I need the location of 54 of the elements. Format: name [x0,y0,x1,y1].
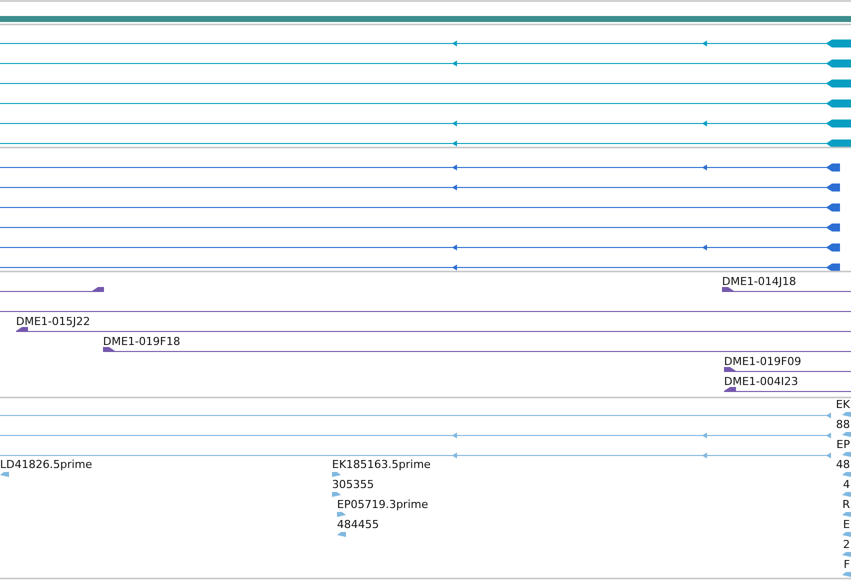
est-feature[interactable] [842,532,851,537]
est-label: 48 [836,458,850,471]
clone-label: DME1-019F09 [724,355,802,368]
clone-feature[interactable] [16,327,851,332]
est-feature[interactable] [337,512,346,517]
est-alignment[interactable] [0,432,831,438]
clone-label: DME1-004I23 [724,375,798,388]
est-feature[interactable] [337,532,346,537]
est-label: 305355 [332,478,374,491]
clone-feature[interactable] [724,367,851,372]
transcript[interactable] [0,164,840,172]
transcript[interactable] [0,140,851,148]
transcript[interactable] [0,204,840,212]
clone-feature[interactable] [724,387,851,392]
est-label: F [844,558,850,571]
est-feature[interactable] [842,552,851,557]
est-feature[interactable] [842,472,851,477]
est-label: 484455 [337,518,379,531]
est-feature[interactable] [842,572,851,577]
transcript[interactable] [0,120,851,128]
est-label: E [843,518,850,531]
est-feature[interactable] [332,492,341,497]
est-feature[interactable] [842,492,851,497]
transcript[interactable] [0,264,840,272]
est-alignment[interactable] [0,412,831,418]
transcript[interactable] [0,40,851,48]
transcript[interactable] [0,80,851,88]
transcript[interactable] [0,224,840,232]
clone-feature[interactable] [722,287,851,292]
est-label: EP [836,438,850,451]
clone-label: DME1-015J22 [16,315,90,328]
transcript[interactable] [0,244,840,252]
est-feature[interactable] [842,432,851,437]
transcript[interactable] [0,184,840,192]
transcript[interactable] [0,100,851,108]
est-feature[interactable] [842,412,851,417]
est-feature[interactable] [332,472,341,477]
est-feature[interactable] [842,512,851,517]
est-feature[interactable] [842,452,851,457]
est-label: LD41826.5prime [0,458,92,471]
est-feature[interactable] [0,472,9,477]
est-label: EK185163.5prime [332,458,431,471]
clone-feature[interactable] [0,287,104,292]
est-label: 2 [843,538,850,551]
transcript[interactable] [0,60,851,68]
est-label: R [842,498,850,511]
est-alignment[interactable] [0,452,831,458]
est-label: EK [836,398,850,411]
clone-label: DME1-014J18 [722,275,796,288]
est-label: 4 [843,478,850,491]
clone-feature[interactable] [102,347,851,352]
est-label: EP05719.3prime [337,498,428,511]
est-label: 88 [836,418,850,431]
clone-label: DME1-019F18 [103,335,180,348]
